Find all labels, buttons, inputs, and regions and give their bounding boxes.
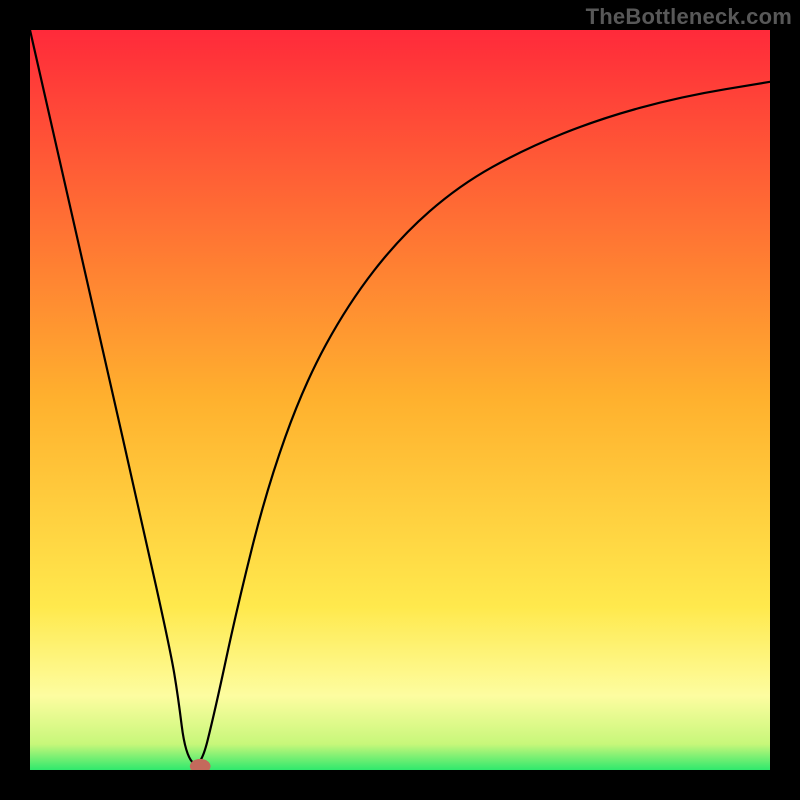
gradient-background [30,30,770,770]
watermark-text: TheBottleneck.com [586,4,792,30]
chart-frame: TheBottleneck.com [0,0,800,800]
bottleneck-chart [30,30,770,770]
plot-area [30,30,770,770]
